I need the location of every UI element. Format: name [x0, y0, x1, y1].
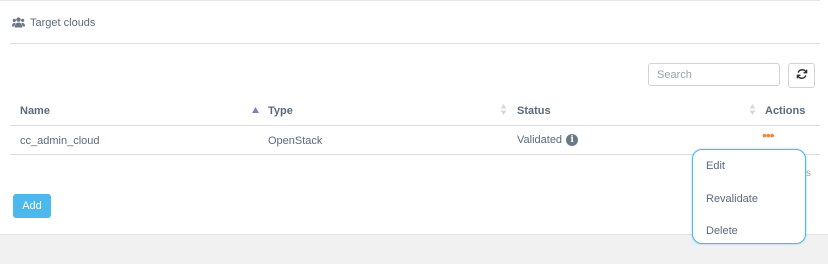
menu-item-revalidate[interactable]: Revalidate — [706, 193, 758, 205]
panel-title-text: Target clouds — [30, 16, 96, 29]
pagination-info: s — [806, 168, 811, 179]
sort-ascending-icon[interactable] — [252, 104, 259, 116]
refresh-button[interactable] — [788, 63, 815, 88]
cloud-status: Validated i — [517, 134, 579, 146]
target-clouds-table: Name Type Status Actions cc_admin_cloud … — [10, 95, 820, 155]
panel-header: Target clouds — [10, 10, 820, 44]
refresh-icon — [796, 67, 808, 85]
cloud-name: cc_admin_cloud — [20, 135, 100, 147]
table-header: Name Type Status Actions — [10, 95, 820, 126]
column-header-status[interactable]: Status — [517, 105, 551, 117]
column-header-type[interactable]: Type — [268, 105, 293, 117]
users-icon — [12, 17, 25, 28]
panel-title: Target clouds — [12, 17, 95, 29]
sort-icon[interactable] — [500, 104, 507, 118]
cloud-type: OpenStack — [268, 135, 323, 147]
sort-icon[interactable] — [749, 104, 756, 118]
status-text: Validated — [517, 134, 563, 146]
actions-dropdown-menu: Edit Revalidate Delete — [692, 149, 806, 244]
search-input[interactable] — [648, 63, 780, 86]
column-header-name[interactable]: Name — [20, 105, 50, 117]
info-icon[interactable]: i — [566, 134, 579, 146]
column-header-actions: Actions — [765, 105, 806, 117]
top-divider — [0, 0, 820, 1]
menu-item-edit[interactable]: Edit — [706, 160, 725, 172]
menu-item-delete[interactable]: Delete — [706, 225, 738, 237]
add-button[interactable]: Add — [13, 194, 51, 218]
more-icon[interactable]: ••• — [762, 128, 775, 142]
